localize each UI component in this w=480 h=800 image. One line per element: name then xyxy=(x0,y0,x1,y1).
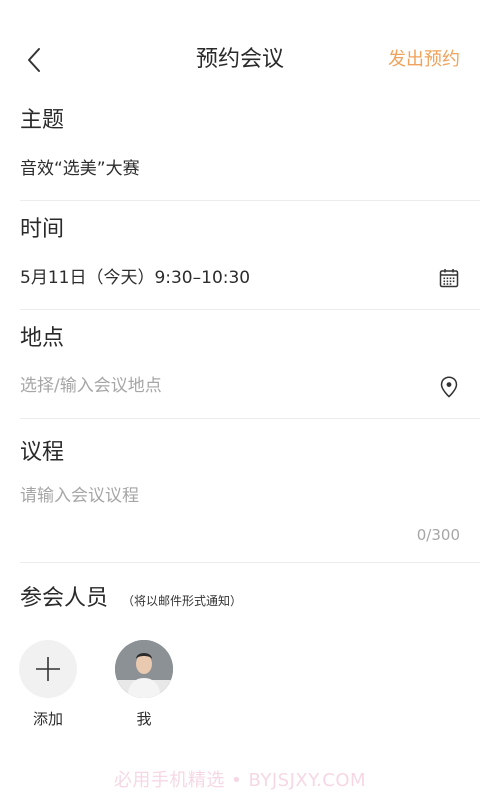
agenda-field[interactable]: 请输入会议议程 xyxy=(20,484,480,508)
agenda-input[interactable]: 请输入会议议程 xyxy=(20,484,480,508)
topic-label: 主题 xyxy=(20,108,65,133)
plus-icon xyxy=(36,657,60,681)
send-booking-button[interactable]: 发出预约 xyxy=(388,48,460,72)
calendar-icon xyxy=(439,269,459,288)
time-section: 时间 xyxy=(20,215,480,245)
location-button[interactable] xyxy=(438,376,460,398)
attendees-note: （将以邮件形式通知） xyxy=(122,594,243,608)
divider xyxy=(20,418,480,419)
time-value[interactable]: 5月11日（今天）9:30–10:30 xyxy=(20,266,480,290)
attendee-me[interactable]: 我 xyxy=(115,640,173,729)
calendar-button[interactable] xyxy=(438,267,460,289)
divider xyxy=(20,309,480,310)
topic-section: 主题 xyxy=(20,106,480,136)
watermark: 必用手机精选 • BYJSJXY.COM xyxy=(113,770,367,791)
divider xyxy=(20,200,480,201)
add-attendee-circle[interactable] xyxy=(19,640,77,698)
attendees-header: 参会人员 （将以邮件形式通知） xyxy=(20,580,242,612)
add-attendee-label: 添加 xyxy=(32,710,63,728)
attendees-label: 参会人员 xyxy=(20,586,109,611)
chevron-left-icon xyxy=(28,48,40,72)
back-button[interactable] xyxy=(18,44,50,76)
location-section: 地点 xyxy=(20,324,480,354)
location-label: 地点 xyxy=(20,326,65,351)
location-input[interactable]: 选择/输入会议地点 xyxy=(20,374,480,398)
topic-field[interactable]: 音效“选美”大赛 xyxy=(20,157,480,181)
agenda-label: 议程 xyxy=(20,440,65,465)
avatar xyxy=(115,640,173,698)
location-pin-icon xyxy=(440,376,458,398)
attendee-me-label: 我 xyxy=(136,710,152,728)
add-attendee-button[interactable]: 添加 xyxy=(19,640,77,729)
person-avatar-icon xyxy=(115,640,173,698)
location-field[interactable]: 选择/输入会议地点 xyxy=(20,374,480,398)
agenda-char-counter: 0/300 xyxy=(416,526,460,544)
agenda-section: 议程 xyxy=(20,438,480,468)
time-field[interactable]: 5月11日（今天）9:30–10:30 xyxy=(20,266,480,290)
divider xyxy=(20,562,480,563)
topic-value[interactable]: 音效“选美”大赛 xyxy=(20,157,480,181)
nav-bar: 预约会议 发出预约 xyxy=(0,0,480,120)
time-label: 时间 xyxy=(20,217,65,242)
